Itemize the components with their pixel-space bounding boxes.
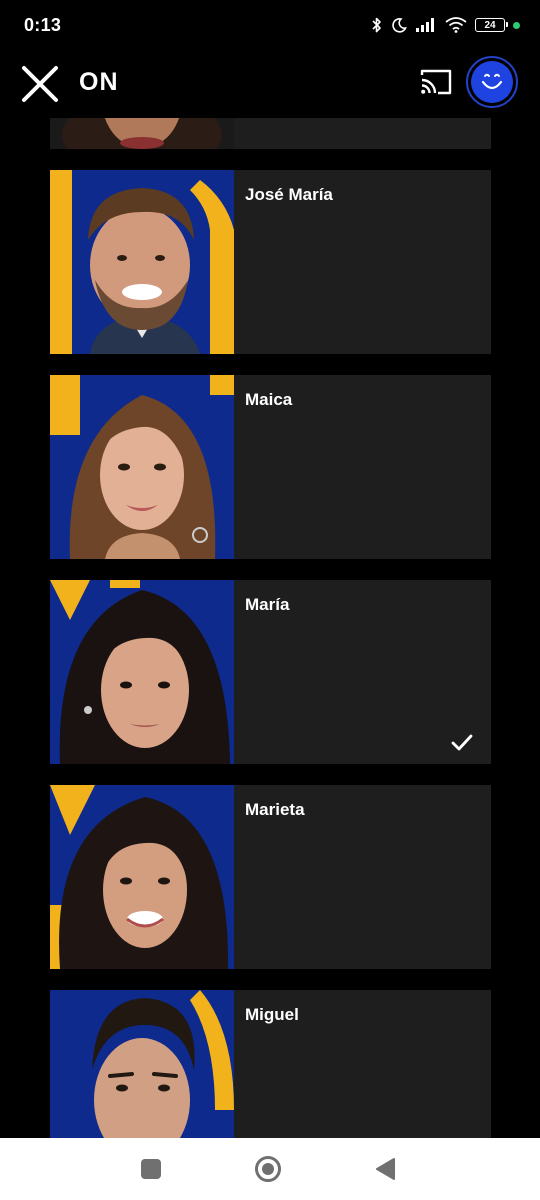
recents-square-icon <box>141 1159 161 1179</box>
signal-icon <box>415 17 437 33</box>
contestant-photo <box>50 375 234 559</box>
system-nav-bar <box>0 1138 540 1200</box>
green-dot-indicator <box>513 21 520 29</box>
close-button[interactable] <box>18 62 62 106</box>
contestant-list[interactable]: José María Maica María Marieta Miguel <box>0 118 540 1138</box>
back-triangle-icon <box>376 1158 395 1180</box>
contestant-card[interactable]: Marieta <box>50 785 491 969</box>
contestant-photo <box>50 170 234 354</box>
smiley-avatar-icon <box>471 61 513 103</box>
contestant-card[interactable]: José María <box>50 170 491 354</box>
contestant-photo <box>50 785 234 969</box>
contestant-name: Marieta <box>245 800 305 819</box>
recents-button[interactable] <box>136 1154 166 1184</box>
profile-button[interactable] <box>466 56 518 108</box>
selected-check-icon <box>451 734 473 751</box>
battery-level: 24 <box>484 19 496 31</box>
wifi-icon <box>445 17 467 33</box>
app-header: ON <box>0 50 540 118</box>
contestant-photo <box>50 118 234 149</box>
home-button[interactable] <box>253 1154 283 1184</box>
home-circle-icon <box>255 1156 281 1182</box>
battery-icon: 24 <box>475 18 508 32</box>
contestant-photo <box>50 990 234 1138</box>
contestant-card-selected[interactable]: María <box>50 580 491 764</box>
bluetooth-icon <box>371 16 383 34</box>
contestant-card[interactable]: Maica <box>50 375 491 559</box>
contestant-photo <box>50 580 234 764</box>
cast-button[interactable] <box>416 64 456 100</box>
back-button[interactable] <box>370 1154 400 1184</box>
close-icon <box>22 66 58 102</box>
moon-icon <box>391 17 407 33</box>
contestant-name: María <box>245 595 290 614</box>
contestant-name: José María <box>245 185 333 204</box>
contestant-name: Maica <box>245 390 293 409</box>
status-icons: 24 <box>371 13 520 37</box>
contestant-card[interactable]: Miguel <box>50 990 491 1138</box>
contestant-name: Miguel <box>245 1005 299 1024</box>
app-screen: 0:13 24 ON José María Maica María Mariet… <box>0 0 540 1200</box>
status-bar: 0:13 24 <box>0 0 540 50</box>
brand-title: ON <box>79 68 119 96</box>
status-time: 0:13 <box>24 15 62 35</box>
contestant-card[interactable] <box>50 118 491 149</box>
cast-icon <box>420 69 452 95</box>
